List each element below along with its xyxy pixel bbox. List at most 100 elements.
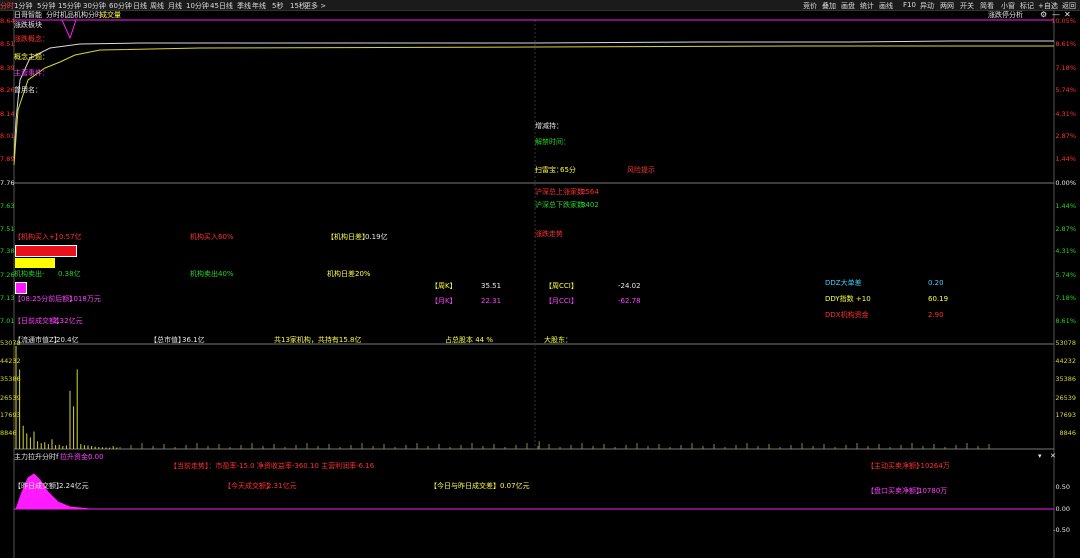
price-tick: 7.26 [0, 271, 15, 279]
month-k-value: 22.31 [481, 297, 502, 305]
mode-label[interactable]: 分时 [46, 12, 60, 19]
holding-change-label: 增减持： [535, 122, 563, 130]
inst-sell-label: 机构卖出- [14, 270, 45, 278]
volume-tick: 26539 [0, 394, 21, 402]
price-tick: 7.38 [0, 247, 15, 255]
week-k-value: 35.51 [481, 282, 502, 290]
analysis-link[interactable]: 涨跌停分析 [988, 12, 1023, 19]
sector-label: 涨跌板块 [14, 21, 42, 29]
pct-tick: 7.18% [1055, 64, 1076, 72]
up-count-label: 沪深总上涨家数: [535, 188, 587, 196]
volume-tick: 44232 [0, 357, 21, 365]
pct-tick: 8.61% [1055, 317, 1076, 325]
month-cci-value: -62.78 [618, 297, 641, 305]
volume-tick: 17693 [0, 411, 21, 419]
ddx-value: 2.90 [928, 311, 944, 319]
risk-score-value: 65分 [560, 166, 576, 174]
inst-sell-bar [15, 258, 55, 268]
price-tick: 7.76 [0, 179, 15, 187]
down-count-label: 沪深总下跌家数: [535, 201, 587, 209]
yesterday-turnover-label: 【昨日成交额】 [14, 482, 63, 490]
holding-pct-text: 占总股本 44 % [445, 336, 494, 344]
major-holder-text: 大股东： [544, 336, 572, 344]
pct-tick: 0.00% [1055, 179, 1076, 187]
price-tick: 7.01 [0, 317, 15, 325]
theme-label: 概念主题： [14, 53, 49, 61]
pct-tick: 1.44% [1055, 202, 1076, 210]
flow-sub-value: 0.00 [88, 453, 104, 461]
inst-margin-value: 0.19亿 [365, 233, 388, 241]
today-amount-label: 【今天成交额】 [224, 482, 273, 490]
pct-tick: 2.87% [1055, 132, 1076, 140]
price-tick: 8.01 [0, 132, 15, 140]
volume-tick-right: 44232 [1055, 357, 1076, 365]
pct-tick: 5.74% [1055, 271, 1076, 279]
inst-sell-pct: 机构卖出40% [190, 270, 234, 278]
pct-tick: 8.61% [1055, 40, 1076, 48]
price-tick: 7.13 [0, 294, 15, 302]
price-tick: 8.51 [0, 40, 15, 48]
flow-area [15, 473, 91, 510]
pct-tick: 7.18% [1055, 294, 1076, 302]
inst-buy-value: 0.57亿 [59, 233, 82, 241]
average-line [13, 45, 1054, 166]
volume-label: 成交量 [100, 11, 121, 19]
unlock-time-label: 解禁时间： [535, 138, 570, 146]
volume-tick: 35386 [0, 375, 21, 383]
limit-up-dip [61, 19, 77, 40]
flow-tick: 0.00 [1055, 505, 1070, 513]
total-cap-label: 【总市值】 [150, 336, 185, 344]
pct-tick: 4.31% [1055, 247, 1076, 255]
volume-tick-right: 26539 [1055, 394, 1076, 402]
event-label: 主营事件： [14, 69, 49, 77]
turnover-diff-text: 【今日与昨日成交差】0.07亿元 [430, 482, 530, 490]
circ-cap-label: 【流通市值Z】 [14, 336, 61, 344]
ddz-label: DDZ大单差 [825, 279, 862, 287]
concept-label: 涨跌概念： [14, 35, 49, 43]
volume-tick: 8846 [0, 429, 17, 437]
inst-sell-value: 0.38亿 [58, 270, 81, 278]
week-cci-value: -24.02 [618, 282, 641, 290]
ratio-value: 1018万元 [69, 295, 101, 303]
today-turnover-value: 2.32亿元 [53, 317, 83, 325]
up-count-value: 2564 [581, 188, 599, 196]
flow-tick: -0.50 [1053, 526, 1070, 534]
active-net-label: 【主动买卖净额】 [867, 462, 923, 470]
ddy-label: DDY指数 +10 [825, 295, 871, 303]
month-k-label: 【月K】 [431, 297, 457, 305]
flow-title: 主力拉升分时f [14, 453, 59, 461]
book-net-label: 【盘口买卖净额】 [867, 487, 923, 495]
down-count-value: 3402 [581, 201, 599, 209]
inst-buy-label: 【机构买入+】 [14, 233, 62, 241]
book-net-value: 10780万 [918, 487, 948, 495]
stock-name: 日哥智能 [14, 11, 42, 19]
pct-tick: 5.74% [1055, 86, 1076, 94]
ratio-swatch [15, 282, 27, 294]
ratio-label: 【08:25分前后额】 [14, 295, 77, 303]
yesterday-turnover-value: 2.24亿元 [59, 482, 89, 490]
inst-buy-bar [15, 245, 77, 257]
price-tick: 7.63 [0, 202, 15, 210]
total-cap-value: 36.1亿 [182, 336, 205, 344]
price-tick: 8.39 [0, 64, 15, 72]
circ-cap-value: 20.4亿 [56, 336, 79, 344]
risk-note[interactable]: 风险提示 [627, 167, 655, 174]
active-net-value: -10264万 [918, 462, 950, 470]
ddy-value: 60.19 [928, 295, 949, 303]
price-tick: 7.51 [0, 225, 15, 233]
collapse-icon[interactable]: ▾ [1038, 453, 1042, 460]
week-cci-label: 【周CCI】 [545, 282, 578, 290]
inst-buy-pct: 机构买入60% [190, 233, 234, 241]
close-panel-icon[interactable]: ✕ [1050, 453, 1056, 460]
indicator-title: 机品机构分时 [60, 11, 102, 19]
settings-icon[interactable]: ⚙ [1040, 11, 1047, 19]
price-line [13, 40, 1054, 161]
volume-tick: 53078 [0, 339, 21, 347]
risk-score-label: 扫雷宝： [535, 166, 563, 174]
ddx-label: DDX机构资金 [825, 311, 869, 319]
volume-tick-right: 17693 [1055, 411, 1076, 419]
inst-holding-text: 共13家机构，共持有15.8亿 [274, 336, 362, 344]
volume-tick-right: 8846 [1059, 429, 1076, 437]
pct-tick: 1.44% [1055, 155, 1076, 163]
week-k-label: 【周K】 [431, 282, 457, 290]
